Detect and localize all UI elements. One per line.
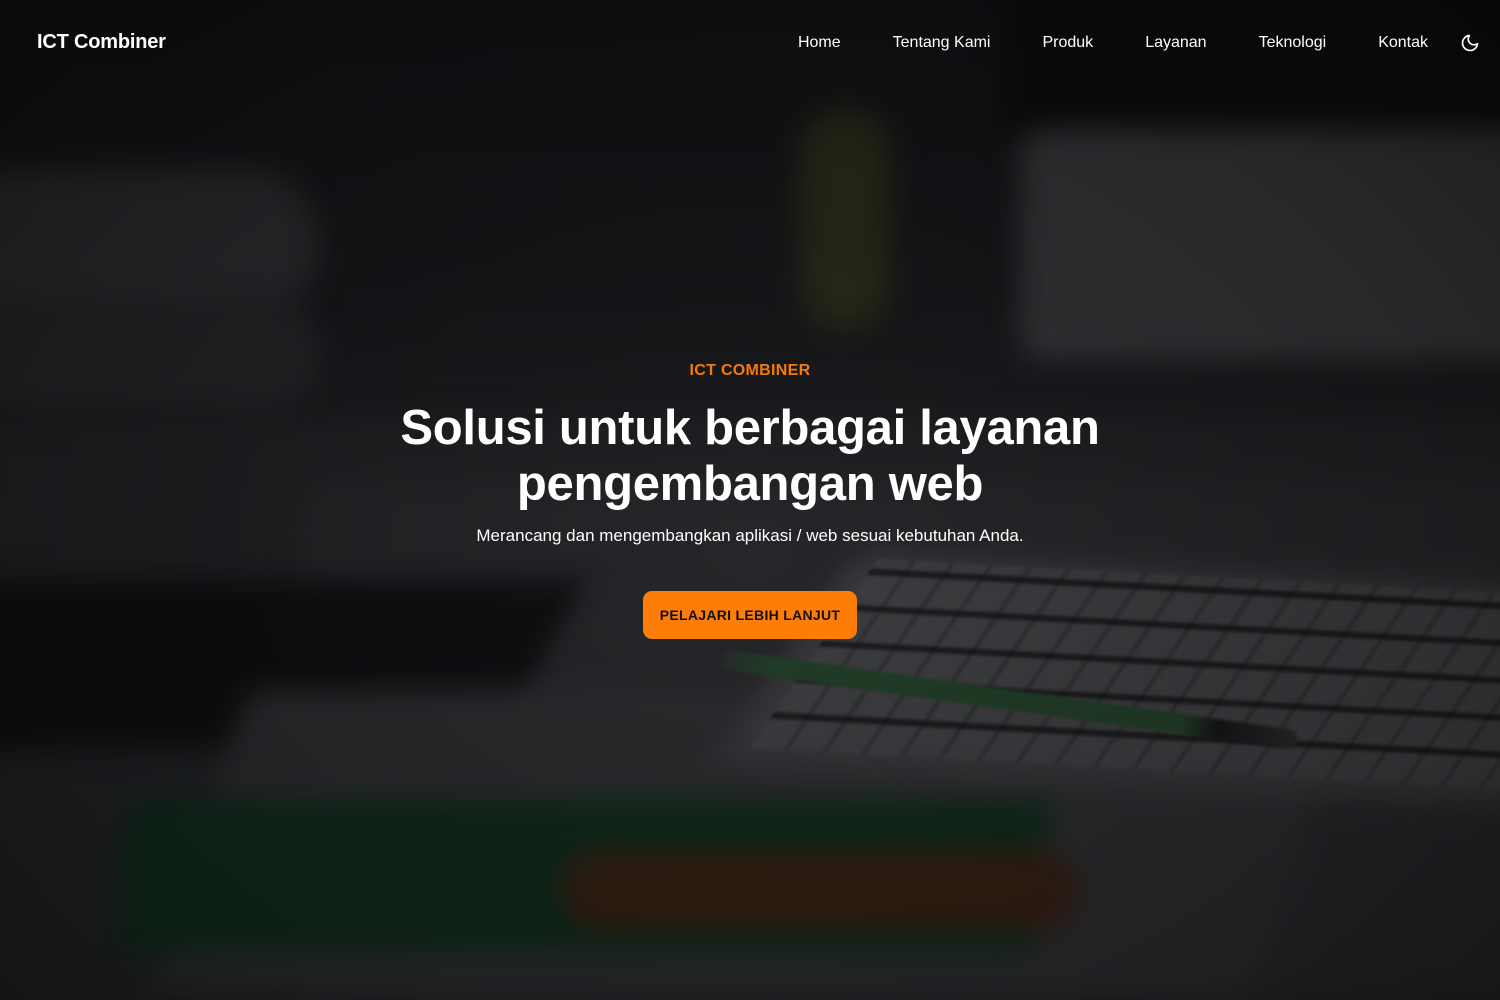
nav-item-teknologi[interactable]: Teknologi bbox=[1259, 32, 1327, 54]
nav-item-produk[interactable]: Produk bbox=[1042, 32, 1093, 54]
moon-icon bbox=[1461, 34, 1479, 52]
nav-item-kontak[interactable]: Kontak bbox=[1378, 32, 1428, 54]
hero-eyebrow: ICT COMBINER bbox=[689, 362, 811, 379]
hero-subtitle: Merancang dan mengembangkan aplikasi / w… bbox=[476, 526, 1024, 545]
brand-logo-link[interactable]: ICT Combiner bbox=[37, 31, 166, 54]
nav-menu: Home Tentang Kami Produk Layanan Teknolo… bbox=[798, 32, 1428, 54]
learn-more-button[interactable]: PELAJARI LEBIH LANJUT bbox=[642, 591, 858, 639]
nav-item-tentang-kami[interactable]: Tentang Kami bbox=[893, 32, 991, 54]
hero-section: ICT COMBINER Solusi untuk berbagai layan… bbox=[0, 360, 1500, 639]
hero-title: Solusi untuk berbagai layanan pengembang… bbox=[400, 401, 1100, 511]
navbar: ICT Combiner Home Tentang Kami Produk La… bbox=[0, 0, 1500, 86]
theme-toggle-button[interactable] bbox=[1460, 33, 1480, 53]
page: ICT Combiner Home Tentang Kami Produk La… bbox=[0, 0, 1500, 1000]
nav-item-layanan[interactable]: Layanan bbox=[1145, 32, 1206, 54]
nav-item-home[interactable]: Home bbox=[798, 32, 841, 54]
